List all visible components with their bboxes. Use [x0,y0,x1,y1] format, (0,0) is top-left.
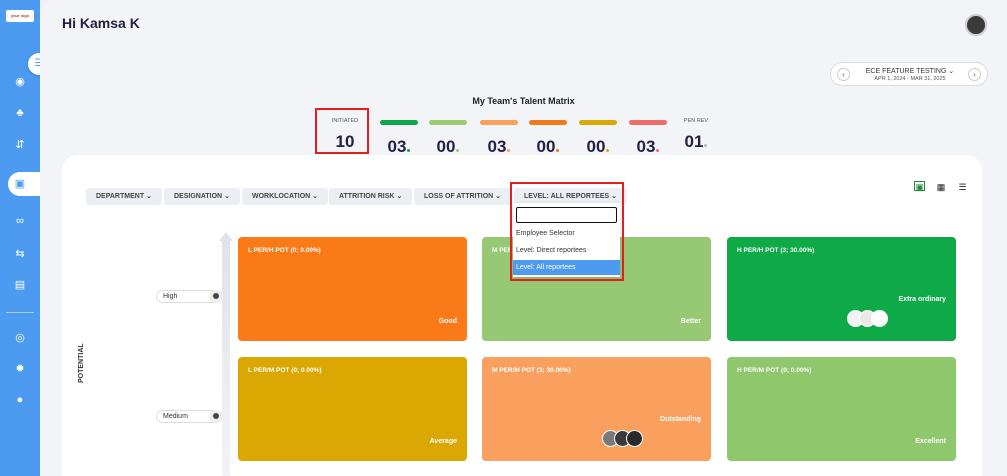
stat-bar [380,120,418,125]
stat-dot [556,149,560,152]
cell-l-per-m-pot[interactable]: L PER/M POT (0; 0.00%) Average [238,357,467,461]
next-period-button[interactable]: › [968,68,981,81]
stat-dot [407,149,411,152]
highlight-level-dropdown [510,182,624,281]
chevron-down-icon: ⌄ [495,193,502,200]
stat-value: 00 [426,137,470,157]
eye-icon[interactable]: ◎ [13,331,27,345]
chevron-down-icon: ⌄ [224,193,230,200]
filter-designation[interactable]: DESIGNATION ⌄ [164,188,240,205]
stat-dot [704,144,708,147]
stat-item[interactable]: 00 [526,116,570,157]
list-view-icon[interactable]: ☰ [957,182,968,192]
cell-title: M PER/M POT (3; 30.00%) [492,367,571,374]
project-name[interactable]: ECE FEATURE TESTING ⌄ [855,67,965,75]
cell-quality: Better [680,318,701,325]
view-toggle: ▣ ▦ ☰ [908,177,968,195]
cell-title: L PER/H POT (0; 0.00%) [248,247,321,254]
stat-dot [456,149,460,152]
matrix-view-icon[interactable]: ▣ [914,181,926,192]
stat-dot [606,149,610,152]
stat-item[interactable]: 00 [576,116,620,157]
sidebar-item-active[interactable]: ▣ [8,172,40,196]
row-label-high[interactable]: High [156,290,223,303]
stat-bar [429,120,467,125]
matrix-title: My Team's Talent Matrix [472,96,575,106]
company-logo: your logo [6,10,34,22]
stat-item[interactable]: 00 [426,116,470,157]
chevron-down-icon: ⌄ [312,193,319,200]
employee-avatars[interactable] [602,430,643,447]
cell-quality: Outstanding [659,416,701,423]
stat-item[interactable]: 03 [626,116,670,157]
cell-quality: Excellent [915,438,946,445]
filter-loss-of-attrition[interactable]: LOSS OF ATTRITION ⌄ [414,188,512,205]
settings-icon[interactable]: ✹ [13,362,27,376]
handshake-icon[interactable]: ∞ [13,214,27,228]
cell-h-per-h-pot[interactable]: H PER/H POT (3; 30.00%) Extra ordinary [727,237,956,341]
employee-avatar[interactable] [871,310,888,327]
chevron-down-icon: ⌄ [948,68,955,75]
filter-attrition-risk[interactable]: ATTRITION RISK ⌄ [329,188,413,205]
grid-view-icon[interactable]: ▦ [936,182,947,192]
toggle-icon[interactable] [209,290,223,303]
highlight-initiated [315,108,369,154]
cell-quality: Average [429,438,457,445]
stat-bar [529,120,567,125]
stat-item[interactable]: PEN REV 01 [674,116,718,152]
stat-value: 00 [576,137,620,157]
sidebar-divider [6,312,34,313]
globe-icon[interactable]: ◉ [13,75,27,89]
cell-l-per-h-pot[interactable]: L PER/H POT (0; 0.00%) Good [238,237,467,341]
stat-value: 00 [526,137,570,157]
stat-bar [629,120,667,125]
stat-value: 01 [674,132,718,152]
potential-axis-arrow [219,232,233,476]
cell-m-per-m-pot[interactable]: M PER/M POT (3; 30.00%) Outstanding [482,357,711,461]
greeting: Hi Kamsa K [62,15,140,31]
team-icon[interactable]: ♣ [13,106,27,120]
avatar[interactable] [965,14,987,36]
main-panel: Hi Kamsa K ‹ ECE FEATURE TESTING ⌄ APR 1… [40,0,1007,476]
employee-avatars[interactable] [847,310,888,327]
chevron-down-icon: ⌄ [396,193,403,200]
user-icon[interactable]: ● [13,393,27,407]
stat-item[interactable]: 03 [477,116,521,157]
cell-h-per-m-pot[interactable]: H PER/M POT (0; 0.00%) Excellent [727,357,956,461]
stat-value: 03 [377,137,421,157]
matrix-content: DEPARTMENT ⌄ DESIGNATION ⌄ WORKLOCATION … [62,155,982,476]
prev-period-button[interactable]: ‹ [837,68,850,81]
filter-department[interactable]: DEPARTMENT ⌄ [86,188,162,205]
stat-label: PEN REV [683,118,709,124]
cell-title: H PER/H POT (3; 30.00%) [737,247,815,254]
stat-bar [579,120,617,125]
project-selector[interactable]: ‹ ECE FEATURE TESTING ⌄ APR 1, 2024 - MA… [830,62,988,86]
stat-value: 03 [477,137,521,157]
filter-worklocation[interactable]: WORKLOCATION ⌄ [242,188,329,205]
potential-axis-label: POTENTIAL [78,343,85,383]
org-chart-icon[interactable]: ⇵ [13,138,27,152]
stat-value: 03 [626,137,670,157]
cell-quality: Extra ordinary [898,296,946,303]
cell-quality: Good [438,318,457,325]
cell-title: L PER/M POT (0; 0.00%) [248,367,322,374]
chevron-down-icon: ⌄ [146,193,152,200]
stat-bar [480,120,518,125]
transfer-icon[interactable]: ⇆ [13,247,27,261]
stat-dot [507,149,511,152]
project-dates: APR 1, 2024 - MAR 31, 2025 [874,76,946,82]
row-label-medium[interactable]: Medium [156,410,223,423]
stat-item[interactable]: 03 [377,116,421,157]
toggle-icon[interactable] [209,410,223,423]
report-icon[interactable]: ▤ [13,278,27,292]
matrix-icon: ▣ [14,178,26,190]
cell-title: H PER/M POT (0; 0.00%) [737,367,812,374]
employee-avatar[interactable] [626,430,643,447]
stat-dot [656,149,660,152]
